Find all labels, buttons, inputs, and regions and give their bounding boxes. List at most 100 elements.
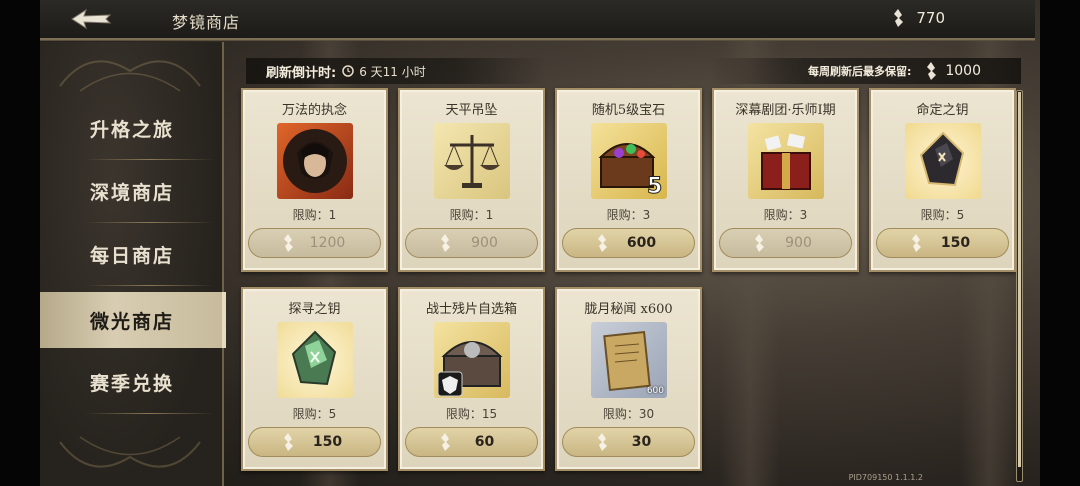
warrior-box-item-icon xyxy=(434,322,510,398)
crystal-currency-icon xyxy=(927,62,937,80)
refresh-timer: 刷新倒计时: 6 天11 小时 xyxy=(246,58,546,84)
sidebar-item-label: 升格之旅 xyxy=(89,118,174,141)
buy-button[interactable]: 1200 xyxy=(248,228,381,258)
green-crystal-icon xyxy=(291,330,337,386)
item-name: 命定之钥 xyxy=(916,103,969,118)
crystal-currency-icon xyxy=(440,433,450,451)
quantity-badge: 600 xyxy=(646,386,664,396)
dark-crystal-icon xyxy=(919,131,965,187)
shop-item-card[interactable]: 命定之钥 限购：5 150 xyxy=(869,88,1016,272)
divider xyxy=(85,285,214,286)
item-price: 150 xyxy=(312,434,343,450)
portrait-item-icon xyxy=(277,123,353,199)
buy-button[interactable]: 900 xyxy=(719,228,852,258)
shop-item-card[interactable]: 随机5级宝石 5 限购：3 600 xyxy=(555,88,702,272)
crystal-currency-icon xyxy=(754,234,764,252)
shop-item-card[interactable]: 战士残片自选箱 限购：15 60 xyxy=(398,287,545,471)
item-name: 探寻之钥 xyxy=(288,302,341,317)
sidebar-item-ascension[interactable]: 升格之旅 xyxy=(40,100,224,160)
gift-box-icon xyxy=(761,133,811,190)
page-title: 梦镜商店 xyxy=(172,13,241,32)
item-name: 万法的执念 xyxy=(281,103,347,118)
ornament-decoration xyxy=(59,60,201,92)
theater-box-item-icon xyxy=(748,123,824,199)
shop-sidebar: 升格之旅 深境商店 每日商店 微光商店 赛季兑换 xyxy=(40,42,226,486)
sidebar-item-label: 赛季兑换 xyxy=(89,372,174,395)
shop-item-card[interactable]: 天平吊坠 限购：1 900 xyxy=(398,88,545,272)
shop-item-card[interactable]: 万法的执念 限购：1 1200 xyxy=(241,88,388,272)
currency-value: 770 xyxy=(916,9,945,27)
purchase-limit: 限购：3 xyxy=(763,208,808,222)
scales-icon xyxy=(444,135,500,188)
item-name: 战士残片自选箱 xyxy=(425,302,517,317)
purchase-limit: 限购：5 xyxy=(292,407,337,421)
clock-icon xyxy=(342,65,354,77)
sidebar-item-label: 深境商店 xyxy=(89,181,174,204)
weekly-label: 每周刷新后最多保留: xyxy=(807,65,912,78)
crystal-currency-icon xyxy=(597,234,607,252)
purchase-limit: 限购：1 xyxy=(292,208,337,222)
purchase-limit: 限购：5 xyxy=(920,208,965,222)
shop-item-card[interactable]: 探寻之钥 限购：5 150 xyxy=(241,287,388,471)
sidebar-item-label: 每日商店 xyxy=(89,244,174,267)
chest-icon xyxy=(437,341,503,397)
version-text: PID709150 1.1.1.2 xyxy=(848,473,923,482)
item-name: 深幕剧团·乐师I期 xyxy=(735,103,836,118)
shop-item-card[interactable]: 胧月秘闻 x600 600 限购：30 30 xyxy=(555,287,702,471)
sidebar-item-season-exchange[interactable]: 赛季兑换 xyxy=(40,354,224,414)
crystal-currency-icon xyxy=(283,433,293,451)
purchase-limit: 限购：15 xyxy=(445,407,498,421)
crystal-currency-icon xyxy=(440,234,450,252)
sidebar-item-daily-shop[interactable]: 每日商店 xyxy=(40,226,224,286)
screen-edge-right xyxy=(1040,0,1080,486)
explore-key-item-icon xyxy=(277,322,353,398)
divider xyxy=(85,222,214,223)
item-price: 600 xyxy=(626,235,657,251)
back-button[interactable] xyxy=(70,7,112,31)
game-screen: 梦镜商店 770 升格之旅 深境商店 每日商店 微光商店 赛季兑换 刷新倒计时:… xyxy=(0,0,1080,486)
buy-button[interactable]: 150 xyxy=(876,228,1009,258)
destiny-key-item-icon xyxy=(905,123,981,199)
divider xyxy=(85,413,214,414)
screen-edge-left xyxy=(0,0,40,486)
top-bar: 梦镜商店 770 xyxy=(40,0,1035,41)
crystal-currency-icon xyxy=(597,433,607,451)
chest-icon: 5 xyxy=(598,143,663,199)
purchase-limit: 限购：30 xyxy=(602,407,655,421)
buy-button[interactable]: 60 xyxy=(405,427,538,457)
weekly-retention: 每周刷新后最多保留: 1000 xyxy=(711,58,1021,84)
item-price: 1200 xyxy=(309,235,346,251)
back-arrow-icon xyxy=(71,8,112,30)
scrollbar[interactable] xyxy=(1016,90,1023,482)
pendant-item-icon xyxy=(434,123,510,199)
secret-scroll-item-icon: 600 xyxy=(591,322,667,398)
item-price: 150 xyxy=(940,235,971,251)
refresh-label: 刷新倒计时: xyxy=(266,65,337,81)
item-name: 天平吊坠 xyxy=(445,103,498,118)
crystal-currency-icon xyxy=(283,234,293,252)
svg-text:5: 5 xyxy=(647,174,662,199)
purchase-limit: 限购：3 xyxy=(606,208,651,222)
item-name: 胧月秘闻 x600 xyxy=(584,302,673,317)
buy-button[interactable]: 600 xyxy=(562,228,695,258)
divider xyxy=(85,159,214,160)
crystal-currency-icon xyxy=(911,234,921,252)
sidebar-item-glimmer-shop[interactable]: 微光商店 xyxy=(40,292,226,348)
item-price: 60 xyxy=(474,434,495,450)
shop-content: 刷新倒计时: 6 天11 小时 每周刷新后最多保留: 1000 万法的执念 限购… xyxy=(226,42,1031,486)
weekly-value: 1000 xyxy=(945,63,981,79)
scrollbar-thumb[interactable] xyxy=(1018,92,1021,467)
shop-item-card[interactable]: 深幕剧团·乐师I期 限购：3 900 xyxy=(712,88,859,272)
treasure-chest-item-icon: 5 xyxy=(591,123,667,199)
item-price: 900 xyxy=(785,235,812,251)
buy-button[interactable]: 150 xyxy=(248,427,381,457)
currency-display: 770 xyxy=(892,9,945,27)
ornament-decoration xyxy=(59,436,201,468)
item-price: 900 xyxy=(471,235,498,251)
buy-button[interactable]: 30 xyxy=(562,427,695,457)
refresh-value: 6 天11 小时 xyxy=(359,64,426,79)
sidebar-item-deep-shop[interactable]: 深境商店 xyxy=(40,163,224,223)
buy-button[interactable]: 900 xyxy=(405,228,538,258)
sidebar-item-label: 微光商店 xyxy=(89,310,174,333)
purchase-limit: 限购：1 xyxy=(449,208,494,222)
